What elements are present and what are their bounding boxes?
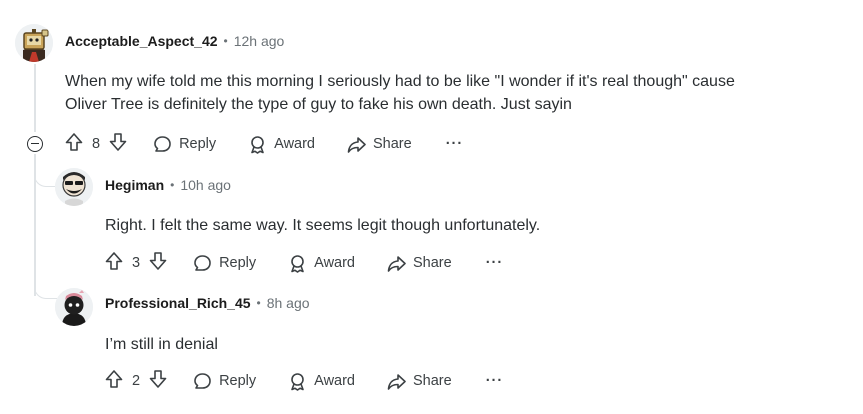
award-label: Award: [314, 255, 355, 271]
arrow-up-icon[interactable]: [65, 132, 83, 156]
comment-meta: Professional_Rich_45 • 8h ago: [105, 295, 310, 311]
award-button[interactable]: Award: [288, 254, 355, 273]
share-label: Share: [373, 136, 412, 152]
share-arrow-icon: [387, 373, 406, 390]
vote-group: 3: [105, 251, 167, 275]
award-label: Award: [314, 373, 355, 389]
comment-timestamp[interactable]: 12h ago: [234, 33, 285, 49]
comment-body: When my wife told me this morning I seri…: [65, 70, 735, 116]
thread-branch-2: [34, 282, 57, 299]
comment-meta: Acceptable_Aspect_42 • 12h ago: [65, 33, 284, 49]
share-button[interactable]: Share: [347, 135, 412, 154]
award-button[interactable]: Award: [288, 372, 355, 391]
collapse-minus-icon[interactable]: [27, 136, 43, 152]
vote-group: 8: [65, 132, 127, 156]
ellipsis-icon[interactable]: ···: [486, 373, 504, 389]
avatar[interactable]: [55, 168, 93, 206]
arrow-down-icon[interactable]: [149, 251, 167, 275]
ellipsis-icon[interactable]: ···: [446, 136, 464, 152]
arrow-up-icon[interactable]: [105, 251, 123, 275]
award-icon: [291, 372, 304, 391]
share-button[interactable]: Share: [387, 254, 452, 273]
comment-text-line: Oliver Tree is definitely the type of gu…: [65, 96, 572, 113]
separator-dot: •: [170, 178, 175, 192]
speech-bubble-icon: [194, 254, 211, 271]
vote-group: 2: [105, 369, 167, 393]
share-arrow-icon: [387, 255, 406, 272]
comment-actions: 2 Reply Award Share ···: [105, 370, 503, 392]
award-label: Award: [274, 136, 315, 152]
reply-label: Reply: [219, 255, 257, 271]
arrow-down-icon[interactable]: [149, 369, 167, 393]
comment-body: Right. I felt the same way. It seems leg…: [105, 214, 540, 237]
share-button[interactable]: Share: [387, 372, 452, 391]
speech-bubble-icon: [194, 372, 211, 389]
speech-bubble-icon: [154, 135, 171, 152]
share-label: Share: [413, 255, 452, 271]
comment-body: I’m still in denial: [105, 333, 218, 356]
comment-author[interactable]: Acceptable_Aspect_42: [65, 33, 218, 49]
award-button[interactable]: Award: [248, 135, 315, 154]
separator-dot: •: [223, 34, 228, 48]
reply-button[interactable]: Reply: [193, 372, 256, 391]
comment-meta: Hegiman • 10h ago: [105, 177, 231, 193]
comment-author[interactable]: Hegiman: [105, 177, 164, 193]
comment-timestamp[interactable]: 8h ago: [267, 295, 310, 311]
comment-author[interactable]: Professional_Rich_45: [105, 295, 251, 311]
reply-button[interactable]: Reply: [153, 135, 216, 154]
share-label: Share: [413, 373, 452, 389]
reply-label: Reply: [179, 136, 217, 152]
share-arrow-icon: [347, 136, 366, 153]
comment-actions: 8 Reply Award Share ···: [65, 133, 463, 155]
comment-text-line: Right. I felt the same way. It seems leg…: [105, 217, 541, 234]
vote-count: 3: [132, 255, 141, 271]
comment-text-line: When my wife told me this morning I seri…: [65, 73, 735, 90]
reply-button[interactable]: Reply: [193, 254, 256, 273]
award-icon: [251, 135, 264, 154]
arrow-down-icon[interactable]: [109, 132, 127, 156]
award-icon: [291, 254, 304, 273]
thread-branch-1: [34, 170, 57, 187]
avatar[interactable]: [15, 24, 53, 62]
reply-label: Reply: [219, 373, 257, 389]
ellipsis-icon[interactable]: ···: [486, 255, 504, 271]
vote-count: 8: [92, 136, 101, 152]
arrow-up-icon[interactable]: [105, 369, 123, 393]
avatar[interactable]: [55, 288, 93, 326]
comment-actions: 3 Reply Award Share ···: [105, 252, 503, 274]
comment-timestamp[interactable]: 10h ago: [180, 177, 231, 193]
thread-line-main: [34, 64, 36, 132]
vote-count: 2: [132, 373, 141, 389]
comment-text-line: I’m still in denial: [105, 336, 218, 353]
separator-dot: •: [256, 296, 261, 310]
